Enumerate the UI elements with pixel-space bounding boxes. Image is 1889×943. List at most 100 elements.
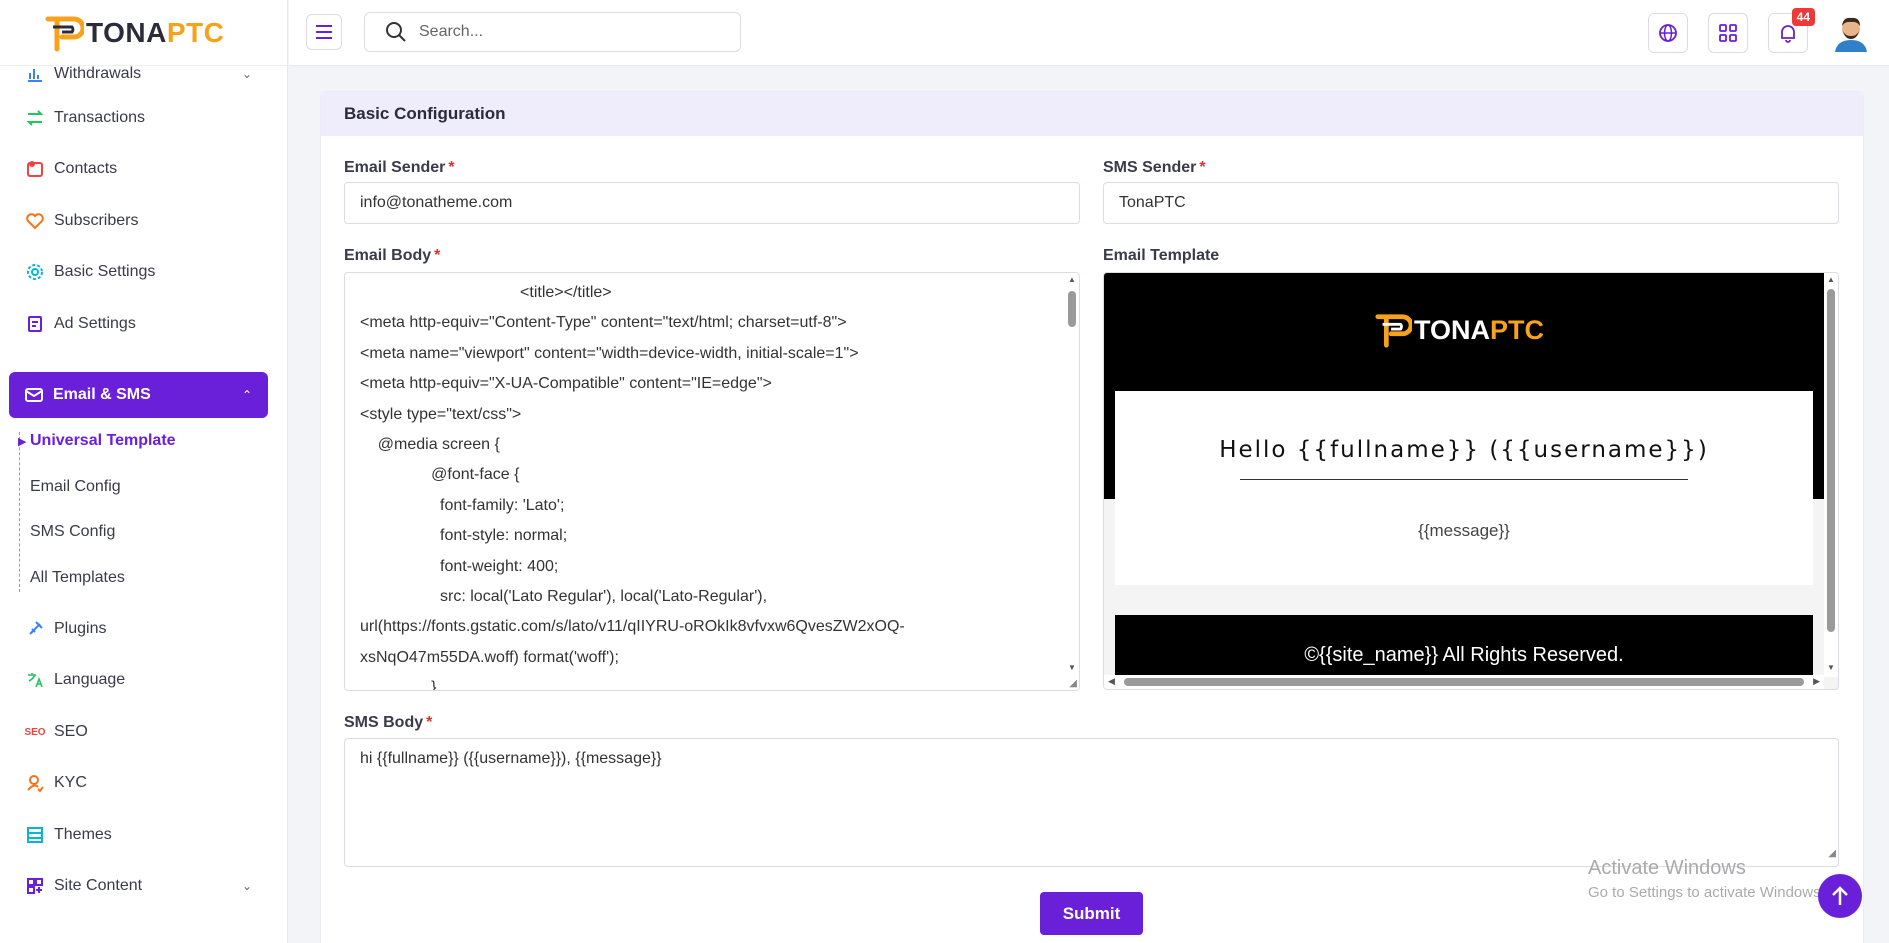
sidebar-subitem-sms-config[interactable]: SMS Config — [30, 523, 115, 541]
sidebar-item-label: Plugins — [54, 620, 107, 637]
scroll-right-icon[interactable]: ▶ — [1813, 676, 1820, 687]
scroll-thumb[interactable] — [1124, 678, 1804, 686]
translate-icon — [24, 669, 46, 691]
sidebar-item-email-sms[interactable]: Email & SMS ⌃ — [9, 372, 268, 418]
code-line: <meta http-equiv="X-UA-Compatible" conte… — [360, 375, 772, 393]
sidebar-item-label: Site Content — [54, 877, 143, 894]
language-button[interactable] — [1648, 13, 1688, 53]
avatar[interactable] — [1831, 12, 1871, 52]
sidebar-subitem-email-config[interactable]: Email Config — [30, 478, 121, 496]
sidebar-item-transactions[interactable]: Transactions — [0, 98, 287, 138]
email-body-textarea[interactable]: <title></title> <meta http-equiv="Content… — [344, 272, 1080, 691]
caret-right-icon: ▶ — [18, 436, 27, 448]
sidebar-item-label: Withdrawals — [54, 65, 142, 82]
submit-button[interactable]: Submit — [1040, 892, 1143, 935]
sidebar-subitem-all-templates[interactable]: All Templates — [30, 569, 125, 587]
preview-scrollbar-v[interactable]: ▲ ▼ — [1824, 273, 1838, 677]
scroll-to-top-button[interactable] — [1818, 874, 1862, 918]
menu-toggle-button[interactable] — [306, 14, 342, 50]
search-input[interactable] — [419, 23, 719, 41]
scroll-up-icon[interactable]: ▲ — [1827, 275, 1835, 284]
required-mark: * — [448, 159, 455, 176]
sidebar-subitem-universal-template[interactable]: ▶ Universal Template — [18, 432, 176, 450]
resize-handle-icon[interactable]: ◢ — [1828, 843, 1836, 865]
preview-scrollbar-h[interactable]: ◀ ▶ — [1104, 675, 1824, 689]
sidebar-item-language[interactable]: Language — [0, 660, 287, 700]
code-line: <meta name="viewport" content="width=dev… — [360, 344, 859, 362]
sidebar-item-subscribers[interactable]: Subscribers — [0, 201, 287, 241]
email-template-label: Email Template — [1103, 247, 1220, 264]
sidebar-item-label: Subscribers — [54, 212, 139, 229]
sidebar-item-ad-settings[interactable]: Ad Settings — [0, 304, 287, 344]
chart-icon — [24, 63, 46, 85]
code-line: font-style: normal; — [360, 527, 568, 545]
plug-icon — [24, 618, 46, 640]
scroll-up-icon[interactable]: ▲ — [1068, 275, 1076, 284]
user-check-icon — [24, 772, 46, 794]
sidebar: TONAPTC Withdrawals ⌄ Transactions Conta… — [0, 0, 288, 943]
code-line: <meta http-equiv="Content-Type" content=… — [360, 314, 847, 332]
user-avatar-icon — [1835, 17, 1867, 52]
scroll-down-icon[interactable]: ▼ — [1827, 663, 1835, 672]
divider — [1240, 479, 1688, 480]
sidebar-item-label: Language — [54, 671, 126, 688]
sidebar-item-label: Email & SMS — [53, 386, 151, 403]
textarea-value: hi {{fullname}} ({{username}}), {{messag… — [360, 750, 662, 767]
sidebar-item-contacts[interactable]: Contacts — [0, 149, 287, 189]
sms-body-textarea[interactable]: hi {{fullname}} ({{username}}), {{messag… — [344, 738, 1839, 867]
sms-sender-label: SMS Sender * — [1103, 159, 1206, 177]
email-body-label: Email Body * — [344, 247, 440, 265]
preview-footer: ©{{site_name}} All Rights Reserved. — [1115, 615, 1813, 681]
arrow-up-icon — [1832, 886, 1848, 905]
grid-plus-icon — [24, 875, 46, 897]
logo-mark-icon — [1375, 314, 1412, 348]
email-sender-input[interactable]: info@tonatheme.com — [344, 182, 1080, 224]
logo-mark-icon — [44, 13, 86, 53]
email-body-code: <title></title> <meta http-equiv="Content… — [345, 278, 1079, 691]
gear-icon — [24, 261, 46, 283]
layout-icon — [24, 824, 46, 846]
sidebar-item-label: Transactions — [54, 109, 145, 126]
code-line: @font-face { — [360, 466, 520, 484]
sidebar-item-site-content[interactable]: Site Content ⌄ — [0, 866, 287, 906]
notifications-button[interactable]: 44 — [1768, 8, 1815, 53]
label-text: SMS Sender — [1103, 159, 1197, 176]
scroll-left-icon[interactable]: ◀ — [1108, 676, 1115, 687]
watermark-line-1: Activate Windows — [1588, 857, 1746, 879]
sidebar-item-withdrawals[interactable]: Withdrawals ⌄ — [0, 54, 287, 94]
code-line: font-weight: 400; — [360, 557, 559, 575]
chevron-down-icon: ⌄ — [241, 67, 252, 81]
watermark-line-2: Go to Settings to activate Windows. — [1588, 884, 1825, 901]
heart-icon — [24, 210, 46, 232]
mail-icon — [23, 384, 45, 406]
sidebar-item-plugins[interactable]: Plugins — [0, 609, 287, 649]
sms-body-label: SMS Body * — [344, 714, 432, 732]
sidebar-item-kyc[interactable]: KYC — [0, 763, 287, 803]
sidebar-item-themes[interactable]: Themes — [0, 815, 287, 855]
sidebar-item-basic-settings[interactable]: Basic Settings — [0, 252, 287, 292]
resize-handle-icon[interactable]: ◢ — [1069, 678, 1077, 689]
code-line: } — [360, 679, 437, 691]
clipboard-icon — [24, 313, 46, 335]
email-body-scrollbar[interactable]: ▲ ▼ — [1065, 273, 1079, 690]
scroll-thumb[interactable] — [1827, 289, 1835, 632]
label-text: SMS Body — [344, 714, 424, 731]
hamburger-icon — [316, 25, 332, 39]
sidebar-item-label: Contacts — [54, 160, 118, 177]
scroll-thumb[interactable] — [1068, 291, 1076, 327]
sms-sender-input[interactable]: TonaPTC — [1103, 182, 1839, 224]
code-line: font-family: 'Lato'; — [360, 496, 565, 514]
submenu-guide-line — [19, 432, 20, 592]
preview-message: {{message}} — [1418, 521, 1510, 540]
apps-button[interactable] — [1708, 13, 1748, 53]
globe-icon — [1659, 24, 1677, 42]
scroll-down-icon[interactable]: ▼ — [1068, 663, 1076, 672]
sidebar-item-label: Themes — [54, 826, 112, 843]
top-header: 44 — [289, 0, 1889, 66]
grid-icon — [1719, 24, 1737, 42]
code-line: <title></title> — [360, 284, 612, 301]
windows-activation-watermark: Activate Windows Go to Settings to activ… — [1588, 857, 1825, 901]
sidebar-item-seo[interactable]: SEO SEO — [0, 712, 287, 752]
sidebar-item-label: SEO — [54, 723, 88, 740]
input-value: TonaPTC — [1119, 194, 1186, 211]
